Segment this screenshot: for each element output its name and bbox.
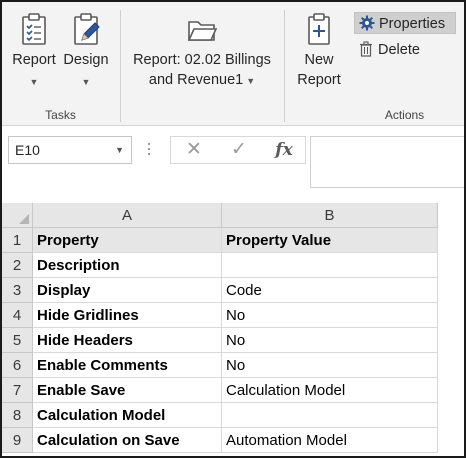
delete-button[interactable]: Delete — [354, 39, 456, 61]
chevron-down-icon: ▼ — [246, 76, 256, 86]
trash-icon — [358, 41, 374, 57]
formula-bar: E10 ▼ ✕ ✓ fx — [2, 127, 464, 195]
formula-buttons: ✕ ✓ fx — [170, 136, 306, 164]
report-picker-button[interactable]: Report: 02.02 Billings and Revenue1 ▼ — [129, 12, 275, 91]
cell-property-value[interactable]: Calculation Model — [222, 378, 438, 403]
new-report-line2: Report — [297, 72, 341, 88]
cell-property-name[interactable]: Property — [33, 228, 222, 253]
report-picker-line2-row: and Revenue1 ▼ — [129, 70, 275, 91]
folder-icon — [186, 12, 218, 46]
cell-property-name[interactable]: Hide Headers — [33, 328, 222, 353]
column-header-b[interactable]: B — [222, 203, 438, 228]
ribbon: Report ▼ Design ▼ Tasks Report: 02.02 Bi… — [2, 2, 464, 126]
row-header[interactable]: 9 — [2, 428, 33, 453]
row-header[interactable]: 2 — [2, 253, 33, 278]
column-header-a[interactable]: A — [33, 203, 222, 228]
cell-property-value[interactable]: No — [222, 328, 438, 353]
row-header[interactable]: 1 — [2, 228, 33, 253]
new-report-button[interactable]: New Report — [291, 12, 347, 90]
report-button-label: Report — [12, 52, 56, 68]
cell-property-value[interactable]: Property Value — [222, 228, 438, 253]
name-box[interactable]: E10 ▼ — [8, 136, 132, 164]
report-button[interactable]: Report ▼ — [8, 12, 60, 88]
row-header[interactable]: 4 — [2, 303, 33, 328]
tasks-group-label: Tasks — [45, 108, 76, 122]
cell-property-name[interactable]: Display — [33, 278, 222, 303]
cell-property-name[interactable]: Hide Gridlines — [33, 303, 222, 328]
cell-property-name[interactable]: Calculation Model — [33, 403, 222, 428]
row-header[interactable]: 5 — [2, 328, 33, 353]
report-picker-line1: Report: 02.02 Billings — [133, 52, 271, 68]
cell-property-name[interactable]: Calculation on Save — [33, 428, 222, 453]
properties-button-label: Properties — [379, 16, 446, 32]
cell-property-name[interactable]: Enable Comments — [33, 353, 222, 378]
row-header[interactable]: 6 — [2, 353, 33, 378]
clipboard-report-icon — [18, 12, 50, 46]
delete-button-label: Delete — [378, 42, 420, 58]
formula-input[interactable] — [310, 136, 464, 188]
clipboard-pencil-icon — [70, 12, 102, 46]
cell-property-name[interactable]: Enable Save — [33, 378, 222, 403]
name-box-value: E10 — [15, 142, 40, 158]
actions-group-label: Actions — [384, 108, 425, 122]
properties-button[interactable]: Properties — [354, 12, 456, 34]
new-report-line1: New — [304, 52, 334, 68]
cell-property-value[interactable]: No — [222, 353, 438, 378]
chevron-down-icon: ▼ — [29, 77, 39, 87]
formula-bar-resize-handle[interactable] — [147, 143, 151, 159]
new-document-icon — [303, 12, 335, 46]
gear-icon — [359, 15, 375, 31]
cell-property-name[interactable]: Description — [33, 253, 222, 278]
chevron-down-icon[interactable]: ▼ — [115, 137, 124, 163]
chevron-down-icon: ▼ — [81, 77, 91, 87]
select-all-button[interactable] — [2, 203, 33, 228]
cancel-icon[interactable]: ✕ — [177, 137, 211, 163]
spreadsheet-grid: A B 1 Property Property Value 2 Description 3… — [2, 203, 464, 456]
cell-property-value[interactable] — [222, 403, 438, 428]
cell-property-value[interactable]: No — [222, 303, 438, 328]
cell-property-value[interactable] — [222, 253, 438, 278]
row-header[interactable]: 7 — [2, 378, 33, 403]
enter-icon[interactable]: ✓ — [222, 137, 256, 163]
tasks-group: Report ▼ Design ▼ Tasks — [2, 2, 119, 126]
excel-window: Report ▼ Design ▼ Tasks Report: 02.02 Bi… — [0, 0, 466, 458]
insert-function-icon[interactable]: fx — [267, 137, 301, 163]
design-button-label: Design — [63, 52, 109, 68]
row-header[interactable]: 8 — [2, 403, 33, 428]
design-button[interactable]: Design ▼ — [60, 12, 112, 88]
report-picker-group: Report: 02.02 Billings and Revenue1 ▼ — [121, 2, 283, 126]
report-picker-line2: and Revenue1 — [148, 72, 244, 88]
cell-property-value[interactable]: Code — [222, 278, 438, 303]
row-header[interactable]: 3 — [2, 278, 33, 303]
cell-property-value[interactable]: Automation Model — [222, 428, 438, 453]
